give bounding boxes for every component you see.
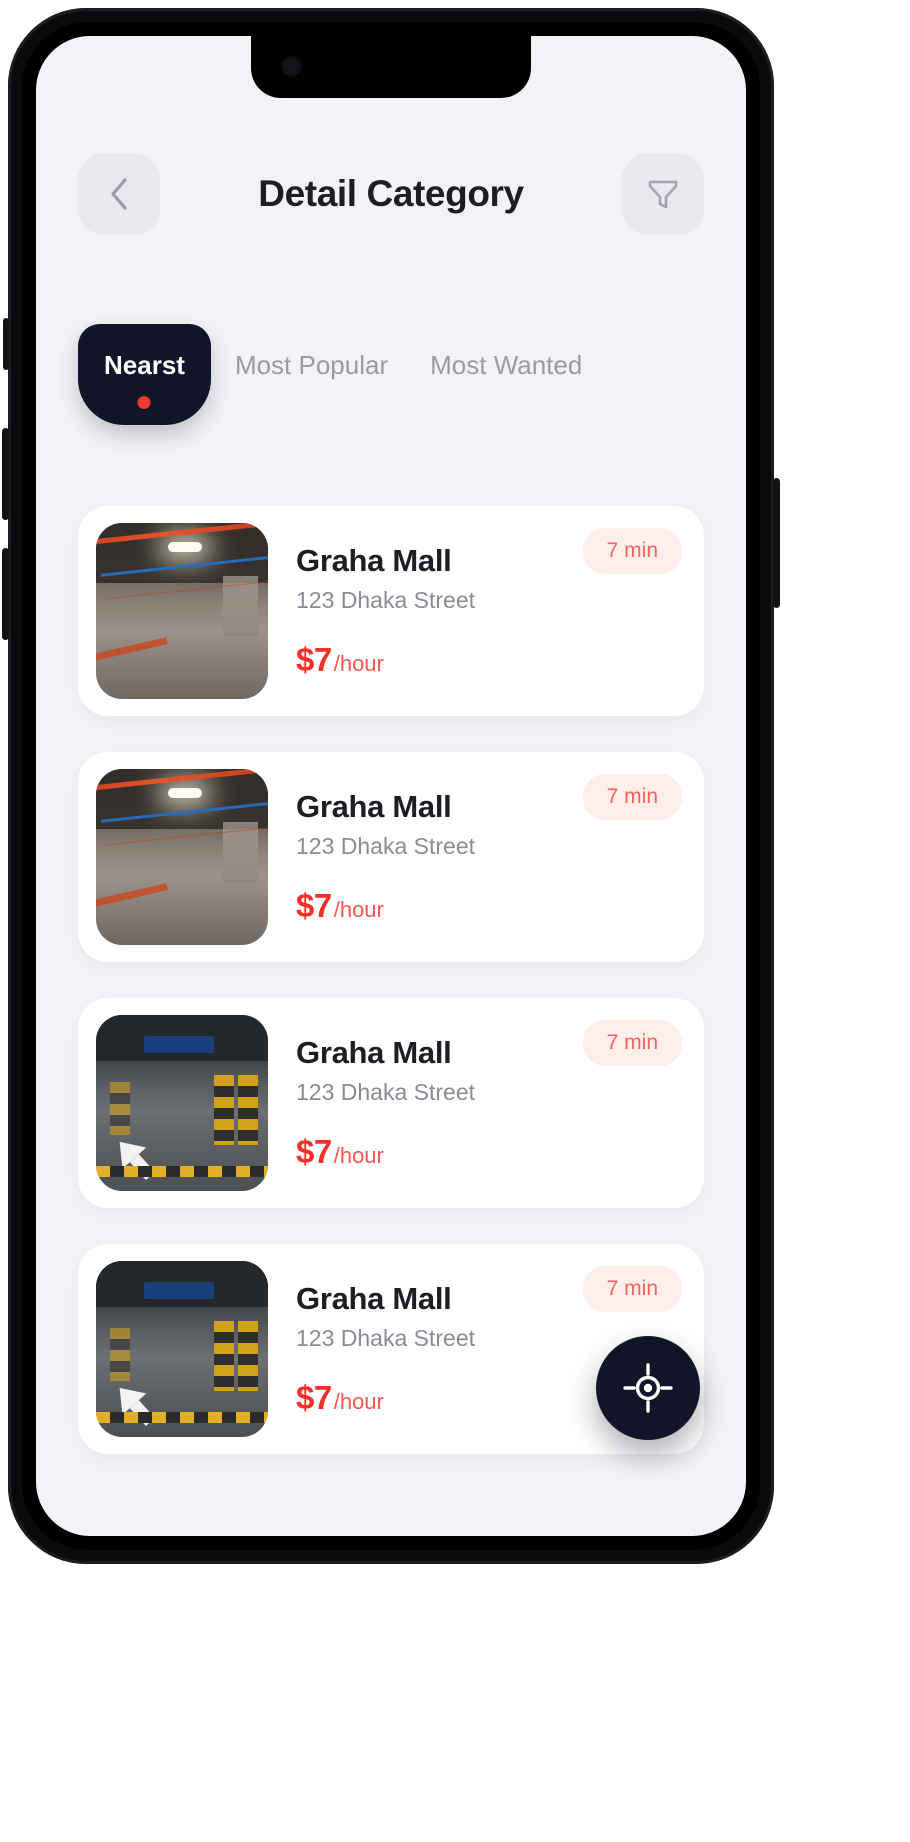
phone-frame: Detail Category Nearst Most Popular Most…	[2, 8, 780, 1564]
place-thumbnail	[96, 1261, 268, 1437]
filter-button[interactable]	[622, 153, 704, 235]
place-price: $7 /hour	[296, 1133, 678, 1171]
parking-garage-photo	[96, 769, 268, 945]
ceiling-light	[168, 788, 203, 799]
exit-sign	[144, 1282, 215, 1300]
garage-pillar	[213, 1320, 234, 1392]
price-amount: $7	[296, 1132, 332, 1170]
hazard-band	[96, 1411, 268, 1423]
floor-stripe	[96, 883, 169, 909]
floor-arrow-marking	[108, 1131, 147, 1169]
garage-pillar	[223, 575, 258, 636]
garage-pillar	[223, 821, 258, 882]
place-price: $7 /hour	[296, 641, 678, 679]
parking-garage-photo	[96, 1015, 268, 1191]
funnel-filter-icon	[648, 180, 678, 209]
tab-nearst[interactable]: Nearst	[78, 324, 211, 425]
chevron-left-icon	[111, 178, 127, 210]
status-badge: 7 min	[582, 774, 682, 820]
place-card[interactable]: Graha Mall 123 Dhaka Street $7 /hour 7 m…	[78, 998, 704, 1208]
garage-pillar	[109, 1081, 130, 1135]
garage-pillar	[109, 1327, 130, 1381]
status-badge: 7 min	[582, 1020, 682, 1066]
category-tab-row: Nearst Most Popular Most Wanted	[36, 324, 746, 425]
power-button[interactable]	[773, 478, 780, 608]
ceiling-light	[168, 542, 203, 553]
place-thumbnail	[96, 1015, 268, 1191]
app-screen: Detail Category Nearst Most Popular Most…	[36, 36, 746, 1536]
parking-garage-photo	[96, 523, 268, 699]
place-address: 123 Dhaka Street	[296, 833, 476, 860]
volume-up-button[interactable]	[2, 428, 9, 520]
phone-notch	[251, 36, 531, 98]
place-address: 123 Dhaka Street	[296, 587, 476, 614]
floor-arrow-marking	[108, 1377, 147, 1415]
locate-me-button[interactable]	[596, 1336, 700, 1440]
hazard-band	[96, 1165, 268, 1177]
tab-nearst-label: Nearst	[104, 350, 185, 380]
status-badge: 7 min	[582, 528, 682, 574]
place-thumbnail	[96, 769, 268, 945]
volume-down-button[interactable]	[2, 548, 9, 640]
garage-pillar	[237, 1074, 258, 1146]
app-header: Detail Category	[36, 146, 746, 242]
garage-pillar	[213, 1074, 234, 1146]
status-badge: 7 min	[582, 1266, 682, 1312]
place-card[interactable]: Graha Mall 123 Dhaka Street $7 /hour 7 m…	[78, 752, 704, 962]
parking-garage-photo	[96, 1261, 268, 1437]
price-amount: $7	[296, 640, 332, 678]
place-address: 123 Dhaka Street	[296, 1079, 476, 1106]
tab-most-popular[interactable]: Most Popular	[217, 324, 406, 407]
tab-active-dot-icon	[137, 396, 151, 409]
place-thumbnail	[96, 523, 268, 699]
price-unit: /hour	[333, 650, 384, 676]
silent-switch[interactable]	[3, 318, 9, 370]
price-unit: /hour	[333, 1142, 384, 1168]
price-amount: $7	[296, 1378, 332, 1416]
back-button[interactable]	[78, 153, 160, 235]
front-camera	[283, 58, 300, 75]
price-unit: /hour	[333, 1388, 384, 1414]
price-amount: $7	[296, 886, 332, 924]
exit-sign	[144, 1036, 215, 1054]
tab-most-wanted[interactable]: Most Wanted	[412, 324, 600, 407]
gps-locate-icon	[623, 1363, 673, 1413]
price-unit: /hour	[333, 896, 384, 922]
place-card[interactable]: Graha Mall 123 Dhaka Street $7 /hour 7 m…	[78, 506, 704, 716]
floor-stripe	[96, 637, 169, 663]
page-title: Detail Category	[258, 173, 524, 214]
garage-pillar	[237, 1320, 258, 1392]
place-price: $7 /hour	[296, 887, 678, 925]
